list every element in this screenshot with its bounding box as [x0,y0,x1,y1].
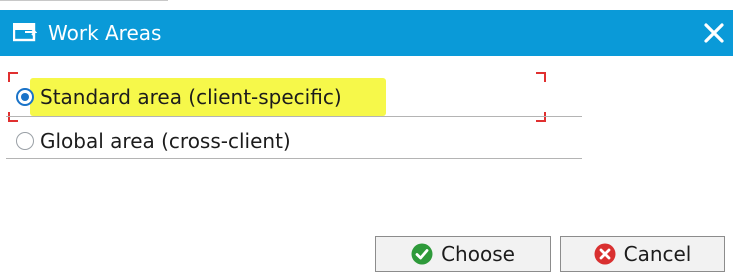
work-areas-icon [12,22,38,43]
focus-corner [8,112,18,122]
choose-button-label: Choose [441,242,515,266]
top-divider [0,0,168,1]
radio-label-standard-area: Standard area (client-specific) [40,85,342,109]
cancel-button-label: Cancel [623,242,692,266]
radio-option-global-area[interactable]: Global area (cross-client) [16,126,291,156]
option-divider [6,116,582,117]
focus-corner [536,112,546,122]
checkmark-icon [411,243,433,265]
radio-unselected[interactable] [16,132,34,150]
cancel-button[interactable]: Cancel [560,236,725,272]
dialog-title: Work Areas [48,21,162,45]
focus-corner [536,72,546,82]
radio-label-global-area: Global area (cross-client) [40,129,291,153]
radio-option-standard-area[interactable]: Standard area (client-specific) [16,82,342,112]
radio-selected[interactable] [16,88,34,106]
option-divider [6,158,582,159]
cancel-icon [594,243,616,265]
focus-corner [8,72,18,82]
dialog-title-bar: Work Areas [0,10,733,56]
choose-button[interactable]: Choose [375,236,551,272]
close-icon[interactable] [703,22,725,44]
